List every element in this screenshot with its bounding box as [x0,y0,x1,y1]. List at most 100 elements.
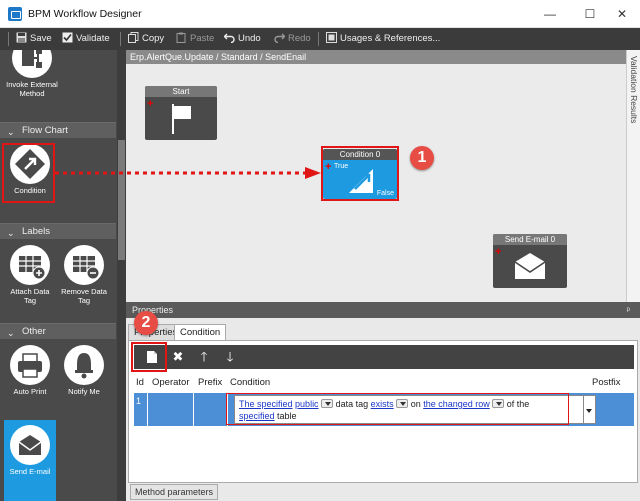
paste-icon [176,32,186,43]
save-button[interactable]: Save [16,31,52,47]
postfix-cell[interactable] [598,393,634,426]
annotation-box-condition-tool [2,143,55,203]
envelope-icon [10,425,50,465]
col-header-postfix[interactable]: Postfix [592,374,621,391]
delete-row-button[interactable]: ✖ [168,348,188,366]
tool-remove-data-tag[interactable]: Remove Data Tag [58,245,110,305]
main-toolbar: Save Validate Copy Paste Undo Redo Usage… [0,28,640,50]
usages-references-button[interactable]: Usages & References... [326,31,440,47]
tool-invoke-external-method[interactable]: Invoke External Method [6,50,58,98]
labels-section-label: Labels [22,226,50,237]
col-header-condition[interactable]: Condition [230,374,270,391]
maximize-button[interactable]: ☐ [575,4,605,24]
tab-method-parameters[interactable]: Method parameters [130,484,219,500]
redo-button[interactable]: Redo [274,31,311,47]
close-button[interactable]: ✕ [607,4,637,24]
invoke-method-icon [12,50,52,78]
section-labels[interactable]: ⌄ Labels [0,223,116,239]
start-node[interactable]: Start + [145,86,217,140]
notify-me-label: Notify Me [68,387,100,396]
arrow-up-icon: 🡑 [200,349,208,364]
toolbar-separator [318,32,319,46]
add-connector-icon[interactable]: + [147,99,153,110]
validate-button[interactable]: Validate [62,31,110,47]
validate-label: Validate [76,33,110,44]
copy-button[interactable]: Copy [128,31,164,47]
annotation-box-new-button [131,342,167,372]
undo-icon [224,33,235,43]
grid-header: Id Operator Prefix Condition Postfix [134,374,634,391]
move-up-button[interactable]: 🡑 [194,348,214,366]
section-flow-chart[interactable]: ⌄ Flow Chart [0,122,116,138]
redo-label: Redo [288,33,311,44]
step-badge-1: 1 [410,146,434,170]
delete-x-icon: ✖ [172,349,184,364]
operator-cell[interactable] [148,393,194,426]
toolbar-separator [120,32,121,46]
send-email-label: Send E-mail [9,467,51,476]
references-icon [326,32,337,43]
tool-notify-me[interactable]: Notify Me [58,345,110,397]
annotation-box-condition-row [226,393,569,425]
condition-dropdown-button[interactable] [584,395,596,424]
save-icon [16,32,27,43]
section-other[interactable]: ⌄ Other [0,323,116,339]
send-email-node[interactable]: Send E-mail 0 + [493,234,567,288]
flow-chart-label: Flow Chart [22,125,68,136]
tool-send-email[interactable]: Send E-mail [4,420,56,501]
copy-icon [128,32,139,43]
chevron-down-icon [586,409,592,413]
drag-arrow-annotation [55,167,321,179]
app-icon [8,7,22,21]
minimize-button[interactable]: — [535,4,565,24]
window-title: BPM Workflow Designer [28,8,142,20]
tool-attach-data-tag[interactable]: Attach Data Tag [4,245,56,305]
add-connector-icon[interactable]: + [495,247,501,258]
toolbox-scrollbar[interactable] [117,50,126,501]
invoke-method-label: Invoke External Method [6,80,58,98]
remove-tag-icon [64,245,104,285]
start-node-label: Start [145,86,217,97]
step-badge-2: 2 [134,311,158,335]
tab-condition[interactable]: Condition 0 [174,324,227,354]
remove-tag-label: Remove Data Tag [61,287,107,305]
properties-header: Properties ᵖ [126,302,640,318]
paste-button[interactable]: Paste [176,31,214,47]
usages-label: Usages & References... [340,33,441,44]
bell-icon [64,345,104,385]
other-section-label: Other [22,326,46,337]
flag-icon [172,104,191,134]
arrow-down-icon: 🡓 [226,349,234,364]
validation-results-label: Validation Results [629,56,639,124]
checkbox-icon [62,32,73,43]
scrollbar-thumb[interactable] [118,140,125,260]
col-header-operator[interactable]: Operator [152,374,190,391]
move-down-button[interactable]: 🡓 [220,348,240,366]
grid-toolbar: ✖ 🡑 🡓 [134,345,634,369]
envelope-icon [514,253,546,279]
annotation-box-condition-node [321,146,399,201]
undo-button[interactable]: Undo [224,31,261,47]
send-email-node-label: Send E-mail 0 [493,234,567,245]
attach-tag-icon [10,245,50,285]
breadcrumb: Erp.AlertQue.Update / Standard / SendEna… [126,50,626,64]
toolbox-panel: Invoke External Method ⌄ Flow Chart Condi… [0,50,126,501]
redo-icon [274,33,285,43]
tool-auto-print[interactable]: Auto Print [4,345,56,397]
col-header-prefix[interactable]: Prefix [198,374,222,391]
col-header-id[interactable]: Id [136,374,144,391]
save-label: Save [30,33,52,44]
undo-label: Undo [238,33,261,44]
pin-icon[interactable]: ᵖ [627,302,630,318]
toolbar-grip [8,32,9,46]
collapse-chevron-icon: ⌄ [7,328,15,338]
attach-tag-label: Attach Data Tag [10,287,50,305]
printer-icon [10,345,50,385]
prefix-cell[interactable] [194,393,228,426]
row-id-cell: 1 [134,393,148,426]
validation-results-tab[interactable]: Validation Results [626,50,640,302]
collapse-chevron-icon: ⌄ [7,228,15,238]
copy-label: Copy [142,33,165,44]
auto-print-label: Auto Print [13,387,47,396]
collapse-chevron-icon: ⌄ [7,127,15,137]
